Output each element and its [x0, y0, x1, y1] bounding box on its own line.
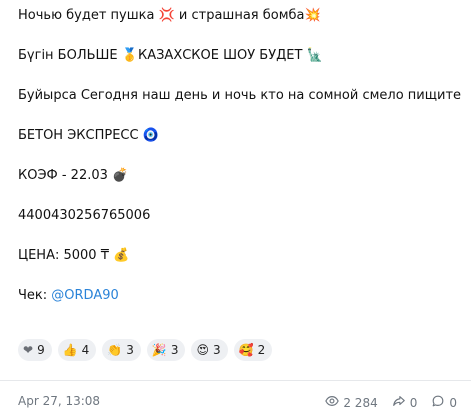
- reaction-party[interactable]: 🎉 3: [146, 339, 186, 361]
- reaction-thumbs-up[interactable]: 👍 4: [57, 339, 97, 361]
- money-bag-emoji: 💰: [113, 248, 130, 263]
- post-line-7: ЦЕНА: 5000 ₸ 💰: [18, 246, 129, 266]
- medal-emoji: 🥇: [121, 48, 138, 63]
- party-popper-icon: 🎉: [151, 343, 167, 357]
- reaction-smiling-hearts[interactable]: 🥰 2: [233, 339, 273, 361]
- comments-count: 0: [449, 395, 457, 410]
- anger-emoji: 💢: [158, 8, 175, 23]
- clap-icon: 👏: [107, 343, 123, 357]
- price-text: ЦЕНА: 5000 ₸: [18, 248, 114, 263]
- thumbs-up-icon: 👍: [62, 343, 78, 357]
- post-line-4: БЕТОН ЭКСПРЕСС 🧿: [18, 126, 159, 146]
- card-number: 4400430256765006: [18, 208, 151, 223]
- post-text: Ночью будет пушка: [18, 8, 159, 23]
- post-footer: Apr 27, 13:08 2 284 0 0: [18, 394, 457, 412]
- post-line-5: КОЭФ - 22.03 💣: [18, 166, 128, 186]
- reaction-heart-eyes[interactable]: 😍 3: [191, 339, 228, 361]
- reaction-count: 4: [81, 343, 90, 357]
- post-text: БЕТОН ЭКСПРЕСС: [18, 128, 143, 143]
- post-text: Бүгін БОЛЬШЕ: [18, 48, 122, 63]
- eye-icon: [325, 394, 340, 411]
- reaction-count: 9: [37, 343, 45, 357]
- post-text: КОЭФ - 22.03: [18, 168, 113, 183]
- statue-emoji: 🗽: [306, 48, 323, 63]
- comments-button[interactable]: 0: [431, 394, 457, 411]
- reaction-heart[interactable]: ❤ 9: [18, 339, 52, 361]
- collision-emoji: 💥: [304, 8, 321, 23]
- reaction-count: 3: [213, 343, 221, 357]
- post-date: Apr 27, 13:08: [18, 394, 101, 408]
- reactions-bar: ❤ 9 👍 4 👏 3 🎉 3 😍 3 🥰 2: [18, 339, 273, 361]
- share-icon: [392, 394, 406, 411]
- views-stat: 2 284: [325, 394, 378, 411]
- reaction-count: 2: [257, 343, 266, 357]
- post-line-6: 4400430256765006: [18, 206, 150, 226]
- reaction-clap[interactable]: 👏 3: [102, 339, 141, 361]
- mention-link[interactable]: @ORDA90: [51, 288, 118, 303]
- footer-divider: [0, 380, 471, 381]
- shares-count: 0: [409, 395, 418, 410]
- post-line-8: Чек: @ORDA90: [18, 286, 119, 306]
- nazar-emoji: 🧿: [142, 128, 159, 143]
- comment-icon: [431, 394, 445, 411]
- smiling-hearts-icon: 🥰: [238, 343, 254, 357]
- post-line-1: Ночью будет пушка 💢 и страшная бомба💥: [18, 6, 321, 26]
- post-line-2: Бүгін БОЛЬШЕ 🥇КАЗАХСКОЕ ШОУ БУДЕТ 🗽: [18, 46, 323, 66]
- reaction-count: 3: [126, 343, 134, 357]
- reaction-count: 3: [170, 343, 179, 357]
- heart-eyes-icon: 😍: [196, 343, 209, 357]
- bomb-emoji: 💣: [112, 168, 129, 183]
- post-stats: 2 284 0 0: [325, 394, 457, 411]
- post-text: Буйырса Сегодня наш день и ночь кто на с…: [18, 88, 462, 103]
- share-button[interactable]: 0: [392, 394, 418, 411]
- views-count: 2 284: [343, 395, 378, 410]
- heart-icon: ❤: [23, 343, 34, 357]
- post-line-3: Буйырса Сегодня наш день и ночь кто на с…: [18, 86, 461, 106]
- post-text: Чек:: [18, 288, 52, 303]
- post-text: и страшная бомба: [174, 8, 305, 23]
- post-text: КАЗАХСКОЕ ШОУ БУДЕТ: [137, 48, 307, 63]
